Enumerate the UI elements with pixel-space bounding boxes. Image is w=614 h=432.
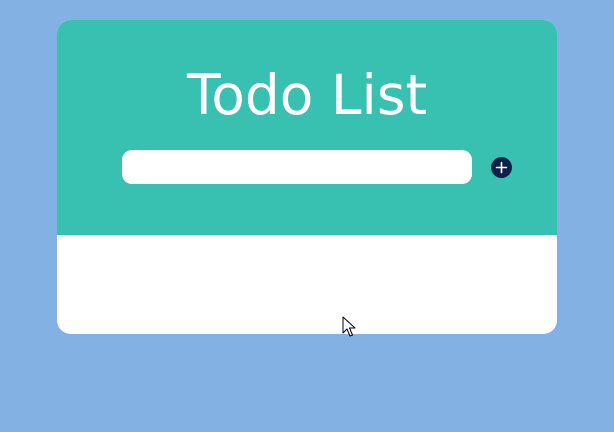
page-title: Todo List: [186, 63, 428, 127]
add-todo-button[interactable]: [491, 157, 512, 178]
todo-card: Todo List: [57, 20, 557, 334]
todo-input[interactable]: [122, 150, 472, 184]
todo-header: Todo List: [57, 20, 557, 235]
plus-icon: [495, 161, 508, 174]
todo-list: [57, 235, 557, 334]
